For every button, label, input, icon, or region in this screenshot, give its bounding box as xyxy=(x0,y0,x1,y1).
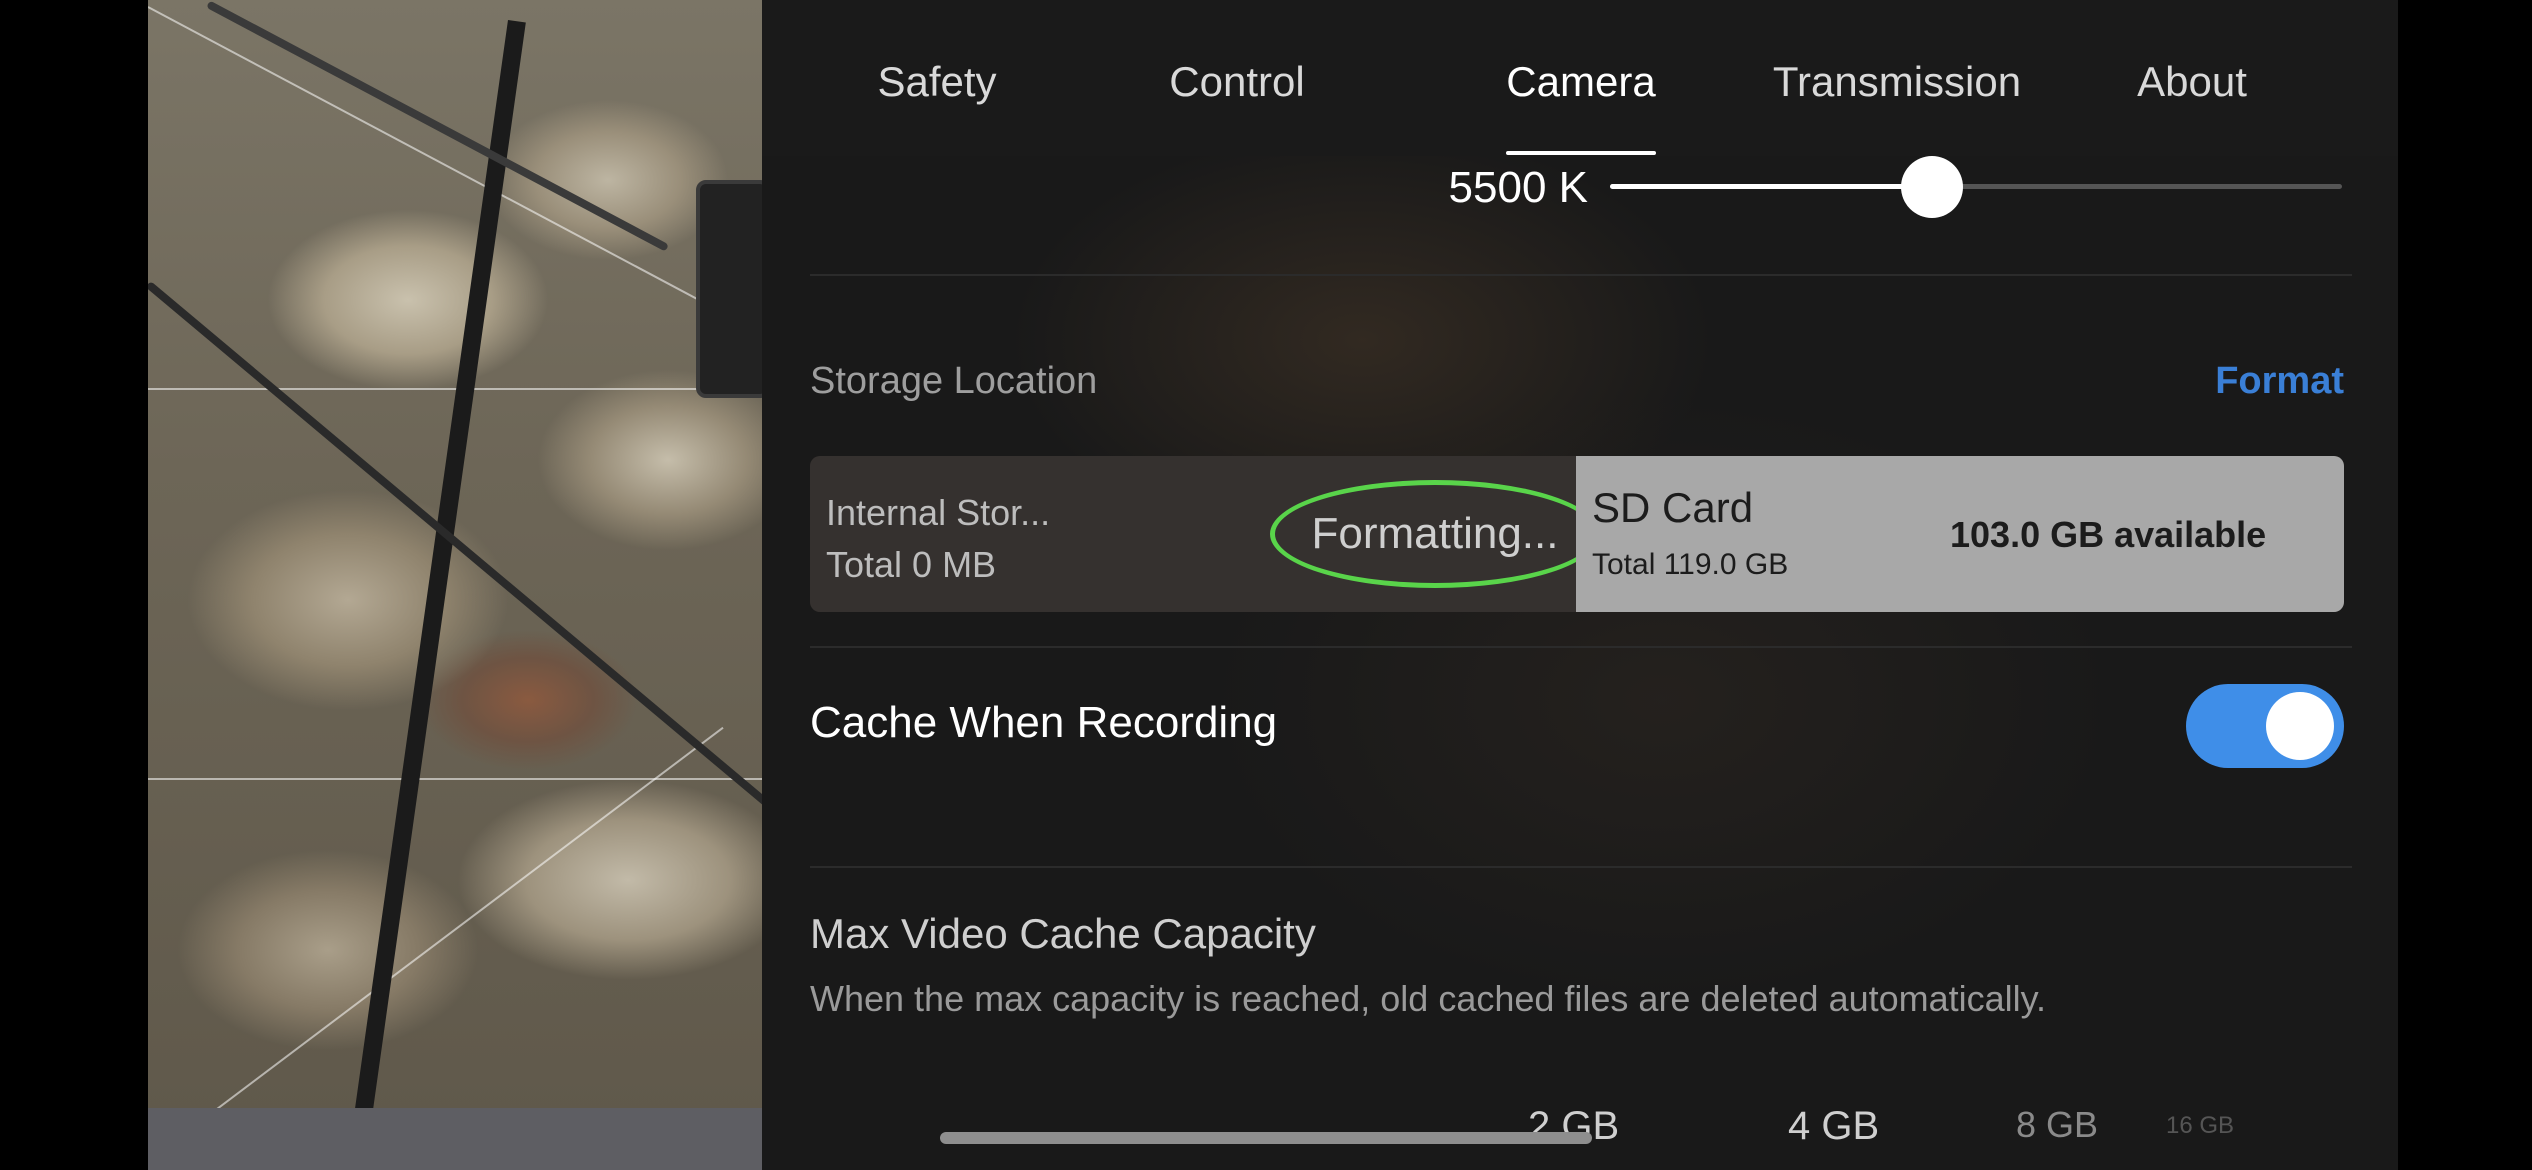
max-video-cache-description: When the max capacity is reached, old ca… xyxy=(810,978,2046,1019)
active-tab-indicator xyxy=(1506,151,1656,155)
right-letterbox xyxy=(2398,0,2532,1170)
cache-when-recording-toggle[interactable] xyxy=(2186,684,2344,768)
tripod-cable xyxy=(148,280,762,815)
internal-storage-name: Internal Stor... xyxy=(826,492,1051,533)
tab-about[interactable]: About xyxy=(2072,52,2312,112)
sd-card-total: Total 119.0 GB xyxy=(1592,548,1789,581)
storage-option-sd-card[interactable]: SD Card Total 119.0 GB 103.0 GB availabl… xyxy=(1576,456,2344,612)
tripod-cable xyxy=(206,0,670,252)
cache-option-8gb[interactable]: 8 GB xyxy=(2016,1104,2098,1146)
tab-bar: Safety Control Camera Transmission About xyxy=(762,0,2398,156)
camera-preview[interactable] xyxy=(148,0,762,1170)
divider xyxy=(810,646,2352,648)
tab-control[interactable]: Control xyxy=(1122,52,1352,112)
slider-fill xyxy=(1610,184,1933,189)
storage-selector: Internal Stor... Total 0 MB Formatting..… xyxy=(810,456,2344,612)
sd-card-available: 103.0 GB available xyxy=(1950,514,2267,555)
toggle-knob xyxy=(2266,692,2334,760)
max-video-cache-title: Max Video Cache Capacity xyxy=(810,910,1316,957)
home-indicator[interactable] xyxy=(940,1132,1592,1144)
divider xyxy=(810,866,2352,868)
divider xyxy=(810,274,2352,276)
white-balance-value: 5500 K xyxy=(1448,163,1588,212)
preview-floor xyxy=(148,1108,762,1170)
white-balance-slider[interactable] xyxy=(1610,184,2342,189)
internal-storage-total: Total 0 MB xyxy=(826,544,997,585)
grid-diagonal xyxy=(148,726,724,1162)
tab-camera[interactable]: Camera xyxy=(1426,52,1736,112)
storage-location-label: Storage Location xyxy=(810,360,1098,402)
slider-knob[interactable] xyxy=(1901,156,1964,218)
tab-safety[interactable]: Safety xyxy=(822,52,1052,112)
storage-option-internal[interactable]: Internal Stor... Total 0 MB Formatting..… xyxy=(810,456,1600,612)
format-button[interactable]: Format xyxy=(2212,360,2344,403)
tripod-pole xyxy=(354,20,526,1112)
tab-transmission[interactable]: Transmission xyxy=(1732,52,2062,112)
formatting-status: Formatting... xyxy=(1270,480,1600,588)
cache-option-4gb[interactable]: 4 GB xyxy=(1788,1104,1879,1149)
mounted-device xyxy=(696,180,762,398)
cache-when-recording-label: Cache When Recording xyxy=(810,698,1278,747)
sd-card-name: SD Card xyxy=(1592,484,1754,531)
grid-diagonal xyxy=(148,6,762,346)
left-letterbox xyxy=(0,0,148,1170)
settings-panel: Safety Control Camera Transmission About… xyxy=(762,0,2398,1170)
cache-option-16gb[interactable]: 16 GB xyxy=(2166,1112,2234,1140)
grid-line xyxy=(148,778,762,780)
